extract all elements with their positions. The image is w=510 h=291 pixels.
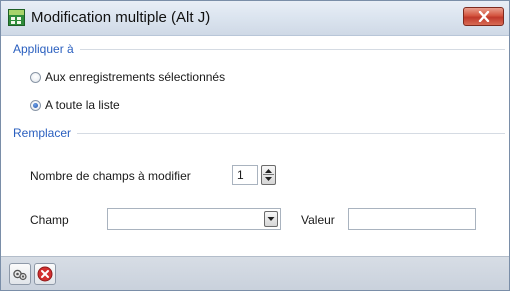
footer-toolbar: [1, 256, 509, 290]
radio-label: A toute la liste: [45, 98, 120, 112]
valeur-input[interactable]: [348, 208, 476, 230]
champ-dropdown-button[interactable]: [264, 211, 278, 227]
field-count-spinner[interactable]: [261, 165, 276, 185]
app-icon: [8, 9, 25, 26]
field-count-label: Nombre de champs à modifier: [30, 169, 191, 183]
radio-button[interactable]: [30, 99, 41, 111]
radio-label: Aux enregistrements sélectionnés: [45, 70, 226, 84]
spinner-arrows-icon: [265, 169, 272, 181]
run-icon: [13, 269, 27, 281]
cancel-button[interactable]: [34, 263, 56, 285]
window-title: Modification multiple (Alt J): [31, 9, 211, 26]
replace-group-divider: [13, 133, 505, 134]
dialog-window: Modification multiple (Alt J) Appliquer …: [0, 0, 510, 291]
cancel-icon: [37, 266, 53, 282]
close-button[interactable]: [463, 7, 504, 26]
apply-group-title: Appliquer à: [13, 42, 80, 56]
chevron-down-icon: [267, 217, 275, 221]
champ-select[interactable]: [107, 208, 281, 230]
champ-label: Champ: [30, 213, 69, 227]
radio-option-whole-list[interactable]: A toute la liste: [30, 97, 120, 113]
radio-option-selected-records[interactable]: Aux enregistrements sélectionnés: [30, 69, 225, 85]
close-icon: [478, 11, 490, 22]
valeur-label: Valeur: [301, 213, 335, 227]
apply-group-divider: [13, 49, 505, 50]
title-bar: Modification multiple (Alt J): [1, 1, 509, 36]
radio-button[interactable]: [30, 71, 41, 83]
field-count-input[interactable]: 1: [232, 165, 258, 185]
replace-group-title: Remplacer: [13, 126, 78, 140]
run-button[interactable]: [9, 263, 31, 285]
